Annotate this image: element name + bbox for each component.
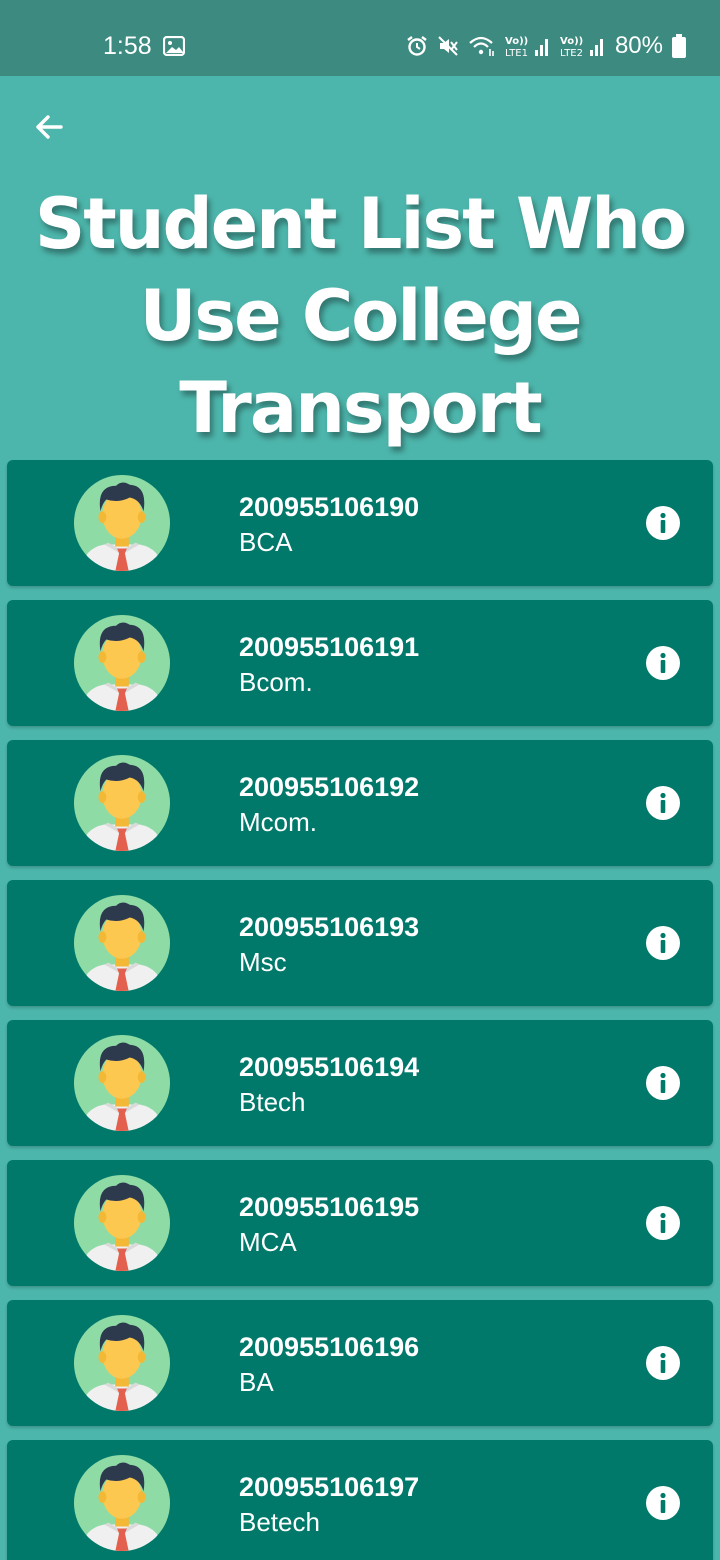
alarm-icon xyxy=(407,36,427,56)
info-icon[interactable] xyxy=(645,925,681,961)
info-icon[interactable] xyxy=(645,785,681,821)
student-avatar-icon xyxy=(73,1314,171,1412)
student-course: BCA xyxy=(239,527,293,557)
student-course: Btech xyxy=(239,1087,306,1117)
wifi-icon xyxy=(469,36,494,56)
arrow-left-icon xyxy=(36,115,63,139)
status-bar: 1:58 Vo)) LTE1 Vo)) LTE2 80% xyxy=(0,0,720,76)
svg-text:LTE2: LTE2 xyxy=(560,48,583,59)
avatar xyxy=(73,1454,171,1552)
student-course: Bcom. xyxy=(239,667,313,697)
avatar xyxy=(73,1174,171,1272)
student-list-item[interactable]: 200955106197 Betech xyxy=(7,1440,713,1560)
info-icon[interactable] xyxy=(645,1345,681,1381)
info-icon[interactable] xyxy=(645,645,681,681)
student-avatar-icon xyxy=(73,614,171,712)
avatar xyxy=(73,1314,171,1412)
student-list-item[interactable]: 200955106193 Msc xyxy=(7,880,713,1006)
student-list-item[interactable]: 200955106194 Btech xyxy=(7,1020,713,1146)
info-icon[interactable] xyxy=(645,1485,681,1521)
student-avatar-icon xyxy=(73,894,171,992)
student-id: 200955106197 xyxy=(239,1472,420,1502)
student-course: MCA xyxy=(239,1227,297,1257)
student-id: 200955106190 xyxy=(239,492,420,522)
student-list-item[interactable]: 200955106190 BCA xyxy=(7,460,713,586)
student-course: Betech xyxy=(239,1507,320,1537)
student-list-item[interactable]: 200955106196 BA xyxy=(7,1300,713,1426)
student-avatar-icon xyxy=(73,1174,171,1272)
student-course: BA xyxy=(239,1367,274,1397)
avatar xyxy=(73,614,171,712)
avatar xyxy=(73,1034,171,1132)
info-icon[interactable] xyxy=(645,1205,681,1241)
student-id: 200955106195 xyxy=(239,1192,420,1222)
student-id: 200955106192 xyxy=(239,772,420,802)
student-id: 200955106193 xyxy=(239,912,420,942)
back-button[interactable] xyxy=(28,106,70,148)
info-icon[interactable] xyxy=(645,505,681,541)
volte-lte2-signal-icon: Vo)) LTE2 xyxy=(560,36,603,59)
avatar xyxy=(73,474,171,572)
status-time: 1:58 xyxy=(103,32,152,60)
student-id: 200955106191 xyxy=(239,632,420,662)
student-list: 200955106190 BCA 200955106191 Bcom. 2009… xyxy=(7,460,713,1560)
mute-icon xyxy=(438,36,458,56)
image-icon xyxy=(163,36,185,56)
student-list-item[interactable]: 200955106195 MCA xyxy=(7,1160,713,1286)
student-avatar-icon xyxy=(73,1034,171,1132)
avatar xyxy=(73,894,171,992)
student-avatar-icon xyxy=(73,754,171,852)
svg-text:LTE1: LTE1 xyxy=(505,48,528,59)
student-course: Mcom. xyxy=(239,807,317,837)
student-list-item[interactable]: 200955106191 Bcom. xyxy=(7,600,713,726)
student-id: 200955106194 xyxy=(239,1052,420,1082)
page-title: Student List Who Use College Transport xyxy=(34,183,687,449)
avatar xyxy=(73,754,171,852)
info-icon[interactable] xyxy=(645,1065,681,1101)
svg-text:Vo)): Vo)) xyxy=(560,36,583,47)
status-icons: Vo)) LTE1 Vo)) LTE2 80% xyxy=(406,30,686,62)
student-course: Msc xyxy=(239,947,287,977)
student-id: 200955106196 xyxy=(239,1332,420,1362)
battery-percent: 80% xyxy=(614,32,663,59)
volte-lte1-signal-icon: Vo)) LTE1 xyxy=(505,36,548,59)
student-avatar-icon xyxy=(73,1454,171,1552)
student-list-item[interactable]: 200955106192 Mcom. xyxy=(7,740,713,866)
battery-icon xyxy=(672,34,686,58)
svg-text:Vo)): Vo)) xyxy=(505,36,528,47)
student-avatar-icon xyxy=(73,474,171,572)
